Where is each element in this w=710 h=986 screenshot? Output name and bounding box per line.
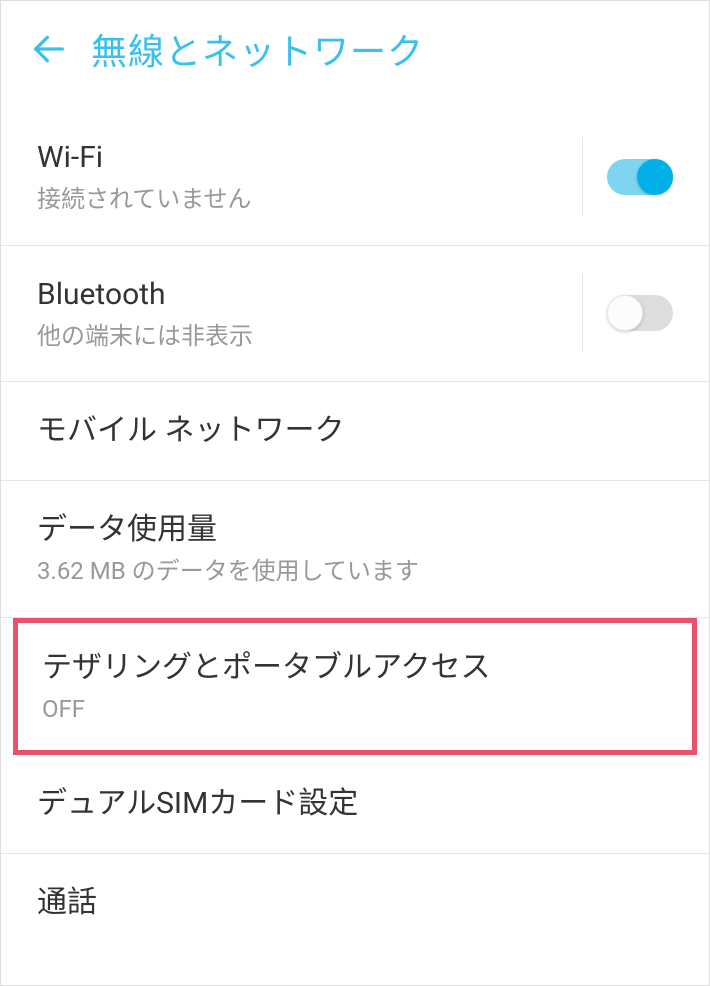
page-header: 無線とネットワーク xyxy=(1,1,709,99)
data-usage-subtitle: 3.62 MB のデータを使用しています xyxy=(37,555,673,589)
tethering-highlight: テザリングとポータブルアクセス OFF xyxy=(13,618,697,756)
mobile-network-title: モバイル ネットワーク xyxy=(37,410,673,452)
data-usage-title: データ使用量 xyxy=(37,509,673,551)
wifi-title: Wi-Fi xyxy=(37,137,582,179)
setting-text: Bluetooth 他の端末には非表示 xyxy=(37,274,582,354)
setting-text: モバイル ネットワーク xyxy=(37,410,673,452)
setting-item-dual-sim[interactable]: デュアルSIMカード設定 xyxy=(1,755,709,854)
back-arrow-icon[interactable] xyxy=(29,29,69,69)
setting-text: 通話 xyxy=(37,882,673,924)
setting-text: デュアルSIMカード設定 xyxy=(37,783,673,825)
bluetooth-subtitle: 他の端末には非表示 xyxy=(37,320,582,354)
wifi-subtitle: 接続されていません xyxy=(37,183,582,217)
bluetooth-title: Bluetooth xyxy=(37,274,582,316)
bluetooth-toggle-container xyxy=(582,274,673,354)
tethering-title: テザリングとポータブルアクセス xyxy=(42,647,668,689)
tethering-subtitle: OFF xyxy=(42,693,668,727)
toggle-thumb xyxy=(607,295,643,331)
settings-list: Wi-Fi 接続されていません Bluetooth 他の端末には非表示 モバイル… xyxy=(1,99,709,952)
dual-sim-title: デュアルSIMカード設定 xyxy=(37,783,673,825)
toggle-thumb xyxy=(637,159,673,195)
wifi-toggle-container xyxy=(582,137,673,217)
setting-item-mobile-network[interactable]: モバイル ネットワーク xyxy=(1,382,709,481)
setting-text: データ使用量 3.62 MB のデータを使用しています xyxy=(37,509,673,589)
setting-text: テザリングとポータブルアクセス OFF xyxy=(42,647,668,727)
bluetooth-toggle[interactable] xyxy=(607,295,673,331)
wifi-toggle[interactable] xyxy=(607,159,673,195)
call-title: 通話 xyxy=(37,882,673,924)
setting-item-call[interactable]: 通話 xyxy=(1,854,709,952)
setting-item-tethering[interactable]: テザリングとポータブルアクセス OFF xyxy=(18,623,692,751)
page-title: 無線とネットワーク xyxy=(91,23,424,75)
setting-item-bluetooth[interactable]: Bluetooth 他の端末には非表示 xyxy=(1,246,709,383)
setting-item-data-usage[interactable]: データ使用量 3.62 MB のデータを使用しています xyxy=(1,481,709,618)
setting-text: Wi-Fi 接続されていません xyxy=(37,137,582,217)
setting-item-wifi[interactable]: Wi-Fi 接続されていません xyxy=(1,99,709,246)
